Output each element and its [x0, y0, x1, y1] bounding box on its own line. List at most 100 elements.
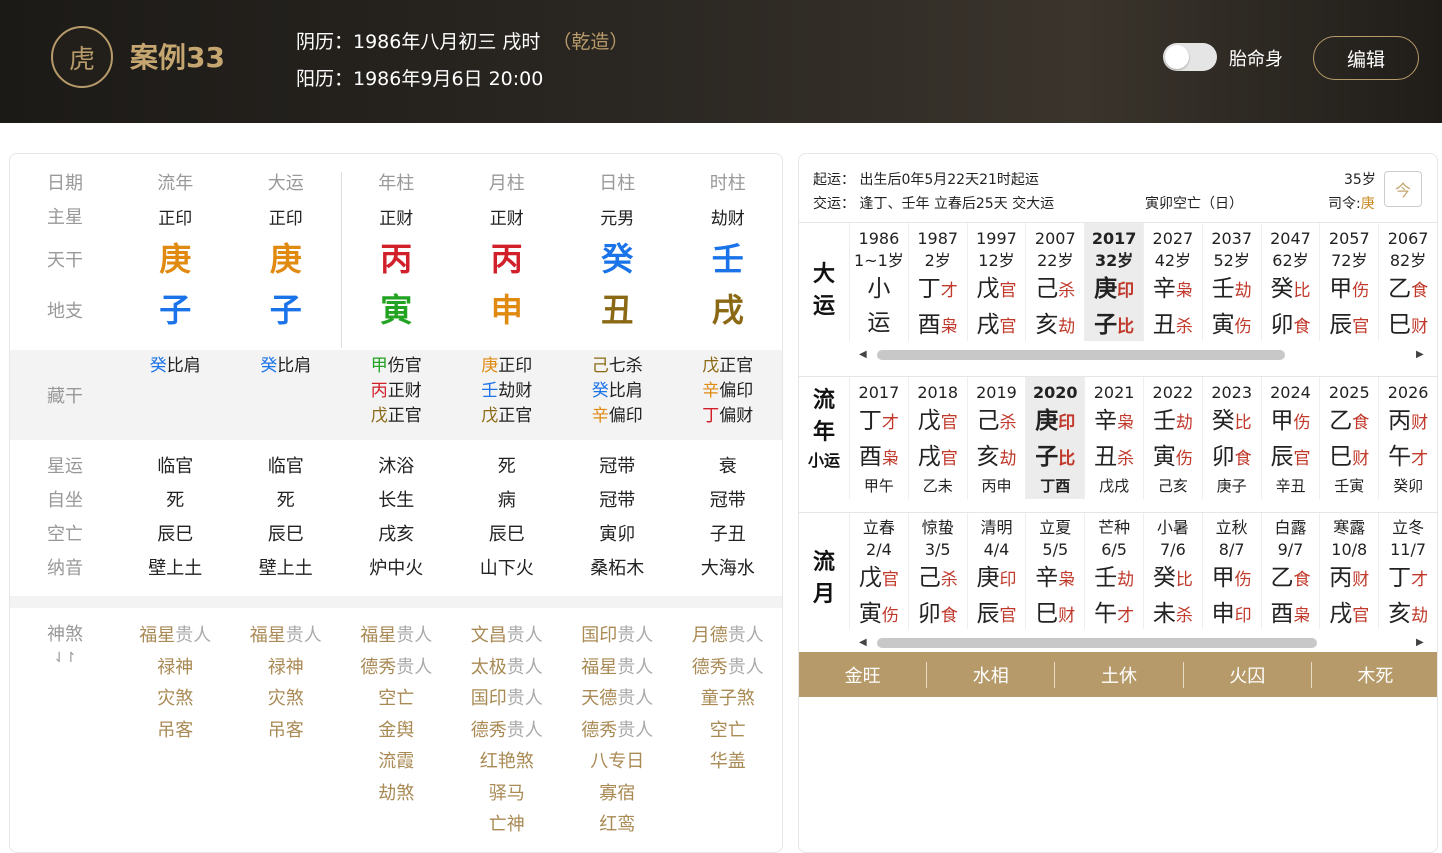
dayun-column[interactable]: 2007 22岁 己杀 亥劫: [1025, 223, 1084, 341]
dayun-column[interactable]: 2037 52岁 壬劫 寅伤: [1201, 223, 1261, 344]
branch-cell: 戌官: [1320, 597, 1378, 633]
liuyue-column[interactable]: 小暑 7/6 癸比 未杀: [1142, 513, 1202, 629]
branch-cell: 亥劫: [1379, 597, 1437, 633]
liunian-column[interactable]: 2019 己杀 亥劫 丙申: [966, 377, 1026, 499]
branch-cell: 辰官: [968, 597, 1026, 633]
shensha-suffix: 贵人: [506, 656, 543, 678]
scroll-left-arrow[interactable]: ◀: [859, 349, 867, 360]
liuyue-column[interactable]: 芒种 6/5 壬劫 午才: [1084, 513, 1143, 629]
liuyue-column[interactable]: 惊蛰 3/5 己杀 卯食: [907, 513, 967, 629]
xingyun-cell: 临官: [267, 456, 304, 477]
branch: 酉: [858, 444, 882, 470]
shensha-expand-icon[interactable]: ⇃↾: [10, 650, 120, 666]
branch: 寅: [858, 601, 882, 627]
liunian-column[interactable]: 2024 甲伤 辰官 辛丑: [1260, 377, 1320, 499]
stem-god: 杀: [1058, 281, 1076, 301]
stem-cell: 乙食: [1320, 404, 1378, 440]
shensha-name: 天德: [581, 688, 618, 709]
stem: 癸: [1211, 408, 1235, 434]
liuyue-column[interactable]: 清明 4/4 庚印 辰官: [966, 513, 1026, 629]
branch-god: 枭: [1293, 606, 1311, 626]
shensha-name: 德秀: [581, 719, 618, 741]
stem-god: 食: [1293, 570, 1311, 590]
liuyue-column[interactable]: 白露 9/7 乙食 酉枭: [1260, 513, 1320, 629]
stem: 己: [917, 565, 941, 591]
branch-god: 杀: [1175, 317, 1193, 337]
taimingshen-toggle[interactable]: [1163, 43, 1217, 71]
liuyue-date: 9/7: [1277, 540, 1304, 559]
stem-cell: 戊官: [968, 272, 1026, 308]
dayun-column[interactable]: 2057 72岁 甲伤 辰官: [1319, 223, 1378, 341]
shensha-name: 国印: [470, 688, 507, 709]
liuyue-column[interactable]: 立春 2/4 戊官 寅伤: [849, 513, 908, 629]
liunian-column[interactable]: 2026 丙财 午才 癸卯: [1378, 377, 1437, 499]
stem-god: 枭: [1058, 570, 1076, 590]
stem-god: 杀: [940, 570, 958, 590]
liunian-column[interactable]: 2021 辛枭 丑杀 戊戌: [1084, 377, 1143, 499]
branch-cell: 寅伤: [1203, 308, 1261, 344]
scroll-right-arrow[interactable]: ▶: [1416, 349, 1424, 360]
dayun-column[interactable]: 1986 1~1岁小运: [849, 223, 908, 341]
liuyue-column[interactable]: 寒露 10/8 丙财 戌官: [1319, 513, 1378, 629]
dayun-scrollbar[interactable]: ◀ ▶: [859, 349, 1424, 360]
stem-god: 才: [1411, 570, 1429, 590]
liuyue-title-2: 月: [812, 582, 835, 607]
liuyue-column[interactable]: 立秋 8/7 甲伤 申印: [1201, 513, 1261, 629]
liunian-column[interactable]: 2023 癸比 卯食 庚子: [1201, 377, 1261, 499]
branch: 戌: [976, 312, 1000, 338]
liunian-column[interactable]: 2017 丁才 酉枭 甲午: [849, 377, 908, 499]
dayun-age: 62岁: [1272, 251, 1309, 270]
branch-cell: 寅伤: [850, 597, 908, 633]
liunian-year: 2020: [1033, 383, 1078, 402]
liunian-year: 2017: [858, 383, 900, 402]
liunian-column[interactable]: 2025 乙食 巳财 壬寅: [1319, 377, 1378, 499]
canggan-item: 辛偏印: [673, 379, 783, 404]
siling-value: 庚: [1360, 196, 1375, 212]
stem: 小: [867, 276, 891, 302]
shensha-item: 月德贵人: [673, 620, 783, 652]
liuyue-column[interactable]: 立冬 11/7 丁才 亥劫: [1378, 513, 1437, 629]
edit-button[interactable]: 编辑: [1313, 36, 1419, 80]
liuyue-column[interactable]: 立夏 5/5 辛枭 巳财: [1025, 513, 1084, 629]
dayun-column[interactable]: 2067 82岁 乙食 巳财: [1378, 223, 1437, 341]
dayun-age: 52岁: [1213, 251, 1250, 270]
branch-god: 食: [940, 606, 958, 626]
liunian-column[interactable]: 2020 庚印 子比 丁酉: [1025, 377, 1085, 499]
liuyue-scrollbar[interactable]: ◀ ▶: [859, 637, 1424, 648]
scroll-thumb[interactable]: [877, 638, 1317, 648]
hidden-stem: 甲: [370, 356, 388, 376]
dayun-age: 1~1岁: [854, 251, 904, 270]
luck-panel: 起运： 出生后0年5月22天21时起运 交运： 逢丁、壬年 立春后25天 交大运…: [798, 153, 1438, 853]
stem: 甲: [1270, 408, 1294, 434]
dayun-column[interactable]: 1987 2岁 丁才 酉枭: [907, 223, 967, 341]
case-title: 案例33: [130, 41, 225, 74]
dayun-column[interactable]: 2027 42岁 辛枭 丑杀: [1142, 223, 1202, 341]
liuyue-jieqi: 寒露: [1333, 518, 1366, 537]
shensha-item: 空亡: [709, 719, 746, 741]
dayun-column[interactable]: 1997 12岁 戊官 戌官: [966, 223, 1026, 341]
branch: 戌: [1329, 601, 1353, 627]
shensha-cell: 福星贵人 禄神 灾煞 吊客: [231, 620, 342, 746]
canggan-item: 癸比肩: [231, 354, 342, 379]
stem-god: 劫: [1175, 413, 1193, 433]
liuyue-jieqi: 立夏: [1039, 518, 1072, 537]
calendar-today-icon[interactable]: 今: [1384, 171, 1422, 207]
zizuo-cell: 病: [497, 490, 516, 511]
branch: 丑: [1094, 444, 1118, 470]
liuyue-title: 流月: [799, 547, 849, 611]
liunian-column[interactable]: 2022 壬劫 寅伤 己亥: [1142, 377, 1202, 499]
stem-cell: 癸比: [1144, 561, 1202, 597]
branch: 巳: [1035, 601, 1059, 627]
dayun-column[interactable]: 2047 62岁 癸比 卯食: [1260, 223, 1320, 341]
scroll-left-arrow[interactable]: ◀: [859, 637, 867, 648]
tiangan-row: 天干 庚 庚 丙 丙 癸 壬: [10, 236, 782, 282]
scroll-right-arrow[interactable]: ▶: [1416, 637, 1424, 648]
scroll-thumb[interactable]: [877, 350, 1285, 360]
dayun-column[interactable]: 2017 32岁 庚印 子比: [1084, 223, 1143, 341]
liunian-column[interactable]: 2018 戊官 戌官 乙未: [907, 377, 967, 499]
stem-cell: 癸比: [1262, 272, 1320, 308]
branch: 亥: [1388, 601, 1412, 627]
hidden-stem: 丙: [370, 381, 388, 401]
hidden-stem: 癸: [149, 356, 167, 376]
hidden-stem: 癸: [591, 381, 609, 401]
